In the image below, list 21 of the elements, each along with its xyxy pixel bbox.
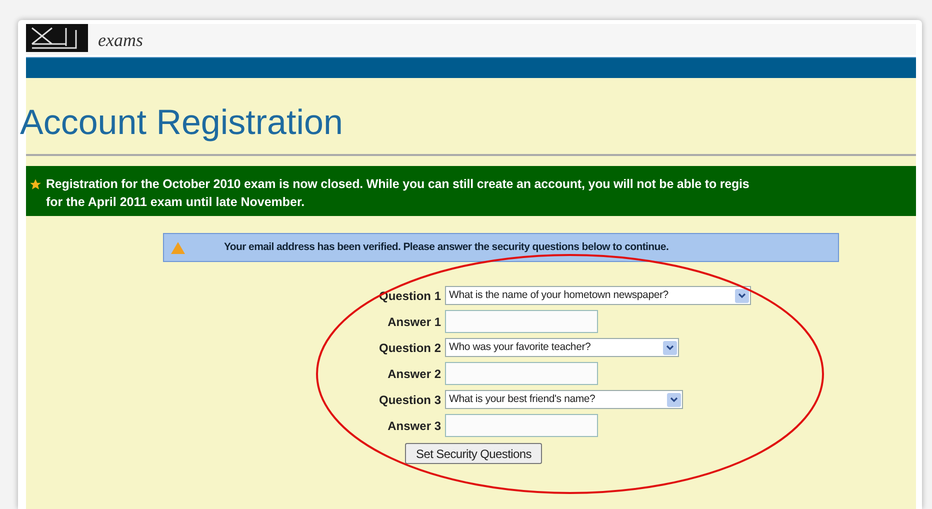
answer-field[interactable] <box>445 362 598 385</box>
question-dropdown[interactable]: Who was your favorite teacher? <box>445 338 679 357</box>
set-security-questions-button[interactable]: Set Security Questions <box>405 443 542 464</box>
warning-icon <box>170 240 186 254</box>
field-label: Question 1 <box>378 288 441 304</box>
field-label: Answer 3 <box>386 418 441 434</box>
field-label: Question 3 <box>378 392 441 408</box>
field-label: Answer 1 <box>386 314 441 330</box>
page-title: Account Registration <box>20 102 344 140</box>
question-dropdown[interactable]: What is the name of your hometown newspaper? <box>445 286 751 305</box>
star-icon <box>29 178 42 190</box>
logo-tagline: exams <box>98 31 143 49</box>
field-label: Answer 2 <box>386 366 441 382</box>
answer-field[interactable] <box>445 310 598 333</box>
answer-field[interactable] <box>445 414 598 437</box>
field-label: Question 2 <box>378 340 441 356</box>
question-dropdown[interactable]: What is your best friend's name? <box>445 390 683 409</box>
notice-text: Registration for the October 2010 exam is now closed. While you can still create an account, you will not be able to regis <box>46 176 750 193</box>
info-text: Your email address has been verified. Please answer the security questions below to continue. <box>224 240 669 255</box>
notice-text: for the April 2011 exam until late November. <box>46 194 305 211</box>
logo-icon <box>26 24 88 52</box>
